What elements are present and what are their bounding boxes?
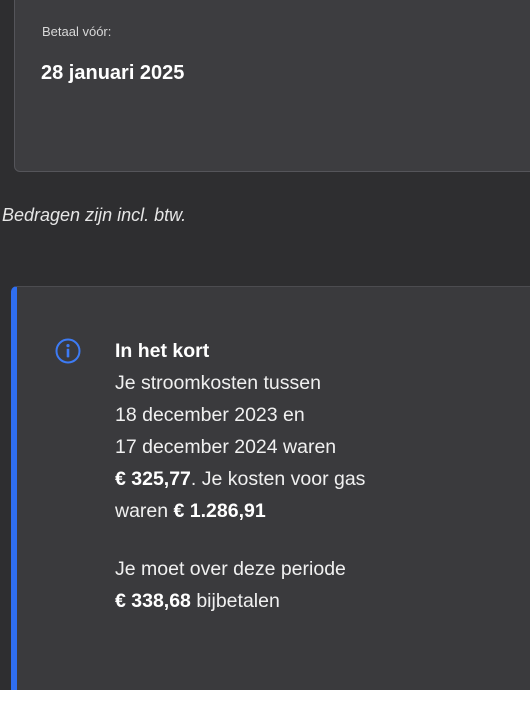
vat-note: Bedragen zijn incl. btw. xyxy=(2,205,187,225)
summary-line-2: 18 december 2023 en xyxy=(115,404,305,426)
summary-line-5: waren € 1.286,91 xyxy=(115,495,530,527)
summary-line-1: Je stroomkosten tussen xyxy=(115,372,321,394)
summary-text: In het kort Je stroomkosten tussen 18 de… xyxy=(115,335,530,617)
due-date-card: Betaal vóór: 28 januari 2025 xyxy=(14,0,530,172)
summary-line-5-prefix: waren xyxy=(115,500,174,522)
due-date-value: 28 januari 2025 xyxy=(41,62,185,84)
gas-amount: € 1.286,91 xyxy=(173,500,266,522)
due-date-label: Betaal vóór: xyxy=(42,24,112,39)
bill-screen: Betaal vóór: 28 januari 2025 Bedragen zi… xyxy=(0,0,530,690)
summary-line-7: € 338,68 bijbetalen xyxy=(115,585,530,617)
info-icon xyxy=(55,338,81,364)
summary-title: In het kort xyxy=(115,340,210,362)
summary-line-6: Je moet over deze periode xyxy=(115,558,346,580)
summary-line-4-rest: . Je kosten voor gas xyxy=(190,468,366,490)
summary-line-4: € 325,77. Je kosten voor gas xyxy=(115,463,530,495)
summary-info-card: In het kort Je stroomkosten tussen 18 de… xyxy=(11,286,530,690)
summary-line-7-rest: bijbetalen xyxy=(190,590,280,612)
payment-amount: € 338,68 xyxy=(115,590,191,612)
electricity-amount: € 325,77 xyxy=(115,468,191,490)
summary-line-3: 17 december 2024 waren xyxy=(115,436,337,458)
